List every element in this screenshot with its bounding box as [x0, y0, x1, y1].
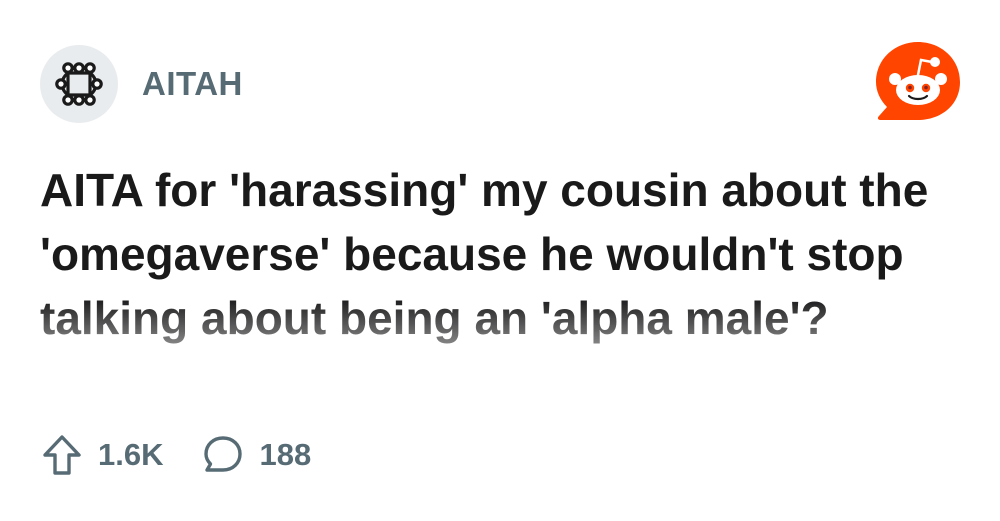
comment-bubble-icon[interactable] [201, 433, 245, 477]
post-stats: 1.6K 188 [40, 432, 349, 478]
post-header: AITAH [40, 45, 243, 123]
comment-count: 188 [259, 437, 312, 472]
subreddit-avatar-icon[interactable] [40, 45, 118, 123]
upvote-count: 1.6K [98, 437, 164, 472]
post-card[interactable]: AITAH AITA for 'harassing' my cousin abo… [0, 0, 1000, 521]
reddit-logo-icon [874, 40, 962, 126]
upvote-stat[interactable]: 1.6K [40, 433, 163, 477]
upvote-arrow-icon[interactable] [40, 433, 84, 477]
comment-stat[interactable]: 188 [201, 433, 311, 477]
post-title[interactable]: AITA for 'harassing' my cousin about the… [40, 158, 970, 350]
subreddit-name[interactable]: AITAH [142, 65, 243, 103]
